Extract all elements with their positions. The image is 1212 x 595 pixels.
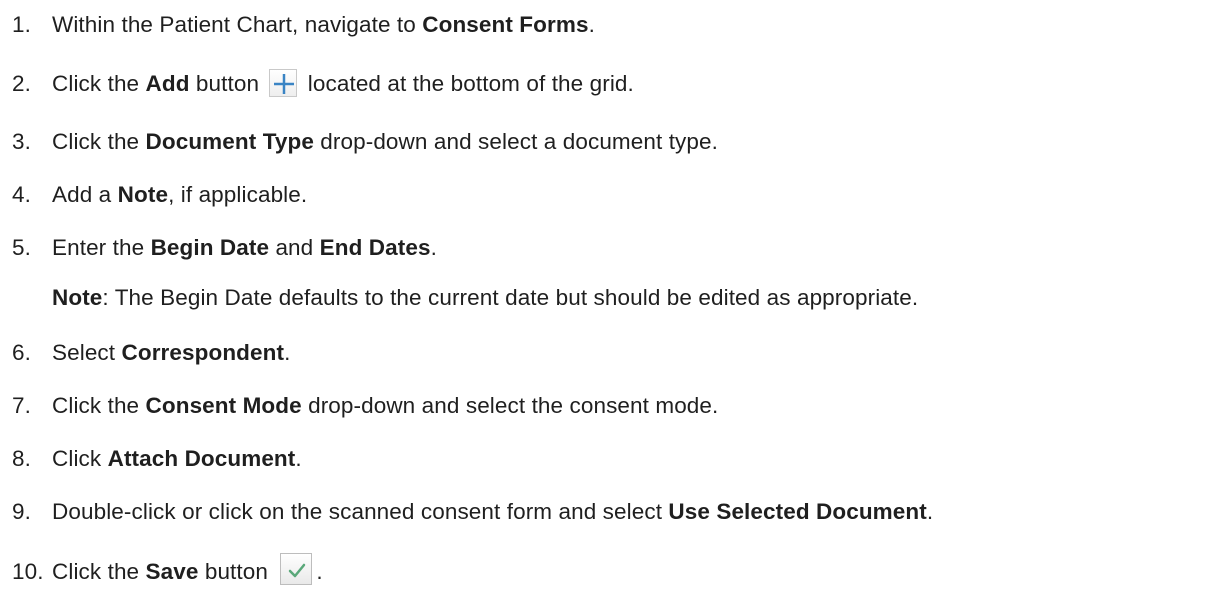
step-text: Click bbox=[52, 446, 108, 471]
step-text: . bbox=[295, 446, 302, 471]
step-6: 6. Select Correspondent. bbox=[0, 338, 290, 368]
step-number: 7. bbox=[12, 393, 31, 418]
step-text: Click the bbox=[52, 129, 146, 154]
step-text: Click the bbox=[52, 393, 146, 418]
step-5-note: Note: The Begin Date defaults to the cur… bbox=[52, 283, 918, 313]
step-text: . bbox=[284, 340, 291, 365]
step-10: 10. Click the Save button . bbox=[0, 553, 323, 587]
step-9: 9. Double-click or click on the scanned c… bbox=[0, 497, 933, 527]
step-bold-term: Save bbox=[145, 559, 199, 584]
step-bold-term: Correspondent bbox=[121, 340, 285, 365]
step-text: . bbox=[316, 559, 323, 584]
step-text: . bbox=[588, 12, 595, 37]
step-text: . bbox=[430, 235, 437, 260]
step-bold-term: Use Selected Document bbox=[668, 499, 927, 524]
step-text: located at the bottom of the grid. bbox=[301, 71, 634, 96]
step-bold-term: Begin Date bbox=[150, 235, 270, 260]
note-label: Note bbox=[52, 285, 103, 310]
step-text: . bbox=[926, 499, 934, 524]
step-text: Click the bbox=[52, 559, 146, 584]
step-number: 6. bbox=[12, 340, 31, 365]
step-bold-term: Add bbox=[145, 71, 190, 96]
step-number: 9. bbox=[12, 499, 31, 524]
step-text: and bbox=[269, 235, 320, 260]
step-number: 2. bbox=[12, 71, 31, 96]
step-number: 5. bbox=[12, 235, 31, 260]
note-text: : The Begin Date defaults to the current… bbox=[102, 285, 919, 310]
step-text: Double-click or click on the scanned con… bbox=[52, 499, 669, 524]
step-8: 8. Click Attach Document. bbox=[0, 444, 302, 474]
step-7: 7. Click the Consent Mode drop-down and s… bbox=[0, 391, 718, 421]
step-number: 1. bbox=[12, 12, 31, 37]
step-number: 4. bbox=[12, 182, 31, 207]
step-bold-term: End Dates bbox=[319, 235, 431, 260]
step-text: Select bbox=[52, 340, 122, 365]
step-text: drop-down and select a document type. bbox=[313, 129, 718, 154]
add-plus-icon bbox=[269, 69, 298, 97]
step-text: Within the Patient Chart, navigate to bbox=[52, 12, 423, 37]
step-text: button bbox=[198, 559, 275, 584]
step-text: Add a bbox=[52, 182, 118, 207]
step-number: 3. bbox=[12, 129, 31, 154]
step-number: 10. bbox=[12, 559, 44, 584]
step-bold-term: Attach Document bbox=[107, 446, 296, 471]
step-2: 2. Click the Add button located at the bo… bbox=[0, 69, 634, 99]
step-3: 3. Click the Document Type drop-down and … bbox=[0, 127, 718, 157]
step-number: 8. bbox=[12, 446, 31, 471]
step-bold-term: Consent Forms bbox=[422, 12, 589, 37]
step-1: 1. Within the Patient Chart, navigate to … bbox=[0, 10, 595, 40]
step-5: 5. Enter the Begin Date and End Dates. bbox=[0, 233, 437, 263]
step-bold-term: Document Type bbox=[145, 129, 314, 154]
step-text: drop-down and select the consent mode. bbox=[301, 393, 719, 418]
step-text: button bbox=[189, 71, 266, 96]
step-bold-term: Consent Mode bbox=[145, 393, 302, 418]
step-text: Enter the bbox=[52, 235, 151, 260]
step-text: , if applicable. bbox=[168, 182, 308, 207]
step-text: Click the bbox=[52, 71, 146, 96]
save-check-icon bbox=[280, 553, 313, 585]
step-4: 4. Add a Note, if applicable. bbox=[0, 180, 307, 210]
step-bold-term: Note bbox=[117, 182, 169, 207]
